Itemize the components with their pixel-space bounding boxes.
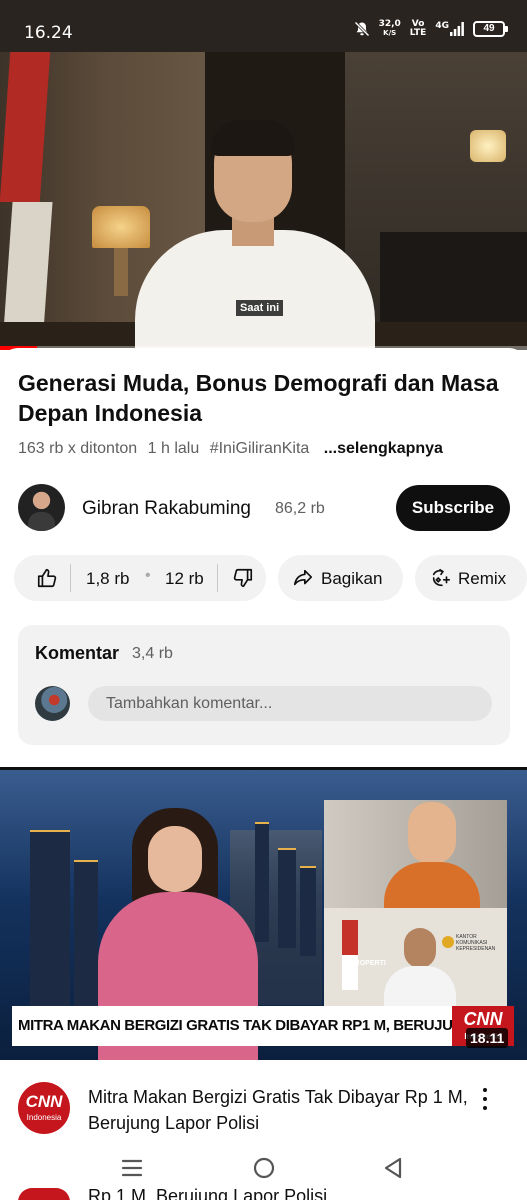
- channel-avatar[interactable]: [18, 484, 65, 531]
- comment-input[interactable]: Tambahkan komentar...: [88, 686, 492, 721]
- share-arrow-icon: [293, 569, 313, 586]
- like-count[interactable]: 1,8 rb: [86, 569, 129, 589]
- status-icons: 32,0 K/S Vo LTE 4G 49: [354, 19, 508, 38]
- video-player[interactable]: Saat ini: [0, 52, 527, 350]
- next-video-thumbnail[interactable]: KANTOR KOMUNIKASI KEPRESIDENAN PROPERTI …: [0, 770, 527, 1060]
- hashtag-link[interactable]: #IniGiliranKita: [210, 440, 310, 457]
- subscriber-count: 86,2 rb: [275, 500, 325, 517]
- office-name: KANTOR KOMUNIKASI KEPRESIDENAN: [456, 934, 496, 952]
- upload-age: 1 h lalu: [147, 440, 200, 457]
- comments-count: 3,4 rb: [132, 645, 173, 662]
- lamp: [92, 206, 150, 248]
- channel-row: Gibran Rakabuming 86,2 rb Subscribe: [18, 484, 510, 532]
- bell-off-icon: [354, 21, 370, 37]
- view-count: 163 rb x ditonton: [18, 440, 138, 457]
- dislike-count[interactable]: 12 rb: [165, 569, 204, 589]
- guest-inset-1: [324, 800, 507, 912]
- cnn-channel-avatar[interactable]: CNN Indonesia: [18, 1082, 70, 1134]
- peek-video-row: Rp 1 M, Berujung Lapor Polisi: [18, 1188, 518, 1200]
- show-more-link[interactable]: ...selengkapnya: [324, 440, 443, 457]
- status-bar: 16.24 32,0 K/S Vo LTE 4G 49: [0, 0, 527, 52]
- user-avatar: [35, 686, 70, 721]
- remix-icon: [432, 568, 451, 587]
- comments-heading: Komentar: [35, 643, 120, 663]
- thumbs-down-icon[interactable]: [232, 567, 254, 589]
- video-title: Generasi Muda, Bonus Demografi dan Masa …: [18, 370, 499, 426]
- video-subtitle: Saat ini: [236, 300, 284, 316]
- action-bar: 1,8 rb • 12 rb Bagikan Remix: [14, 555, 527, 601]
- lower-third-headline: MITRA MAKAN BERGIZI GRATIS TAK DIBAYAR R…: [12, 1006, 455, 1046]
- speaker-body: [135, 230, 375, 350]
- peek-title: Rp 1 M, Berujung Lapor Polisi: [88, 1188, 328, 1200]
- status-time: 16.24: [24, 23, 73, 43]
- system-nav-bar: Rp 1 M, Berujung Lapor Polisi: [0, 1144, 527, 1200]
- guest-inset-2: KANTOR KOMUNIKASI KEPRESIDENAN PROPERTI: [324, 908, 507, 1008]
- video-meta[interactable]: 163 rb x ditonton 1 h lalu #IniGiliranKi…: [18, 440, 449, 458]
- next-video-title[interactable]: Mitra Makan Bergizi Gratis Tak Dibayar R…: [88, 1084, 468, 1136]
- subscribe-button[interactable]: Subscribe: [396, 485, 510, 531]
- flag-white: [3, 202, 53, 332]
- signal-icon: [450, 22, 464, 36]
- net-speed: 32,0 K/S: [378, 19, 401, 38]
- thumbs-up-icon[interactable]: [36, 567, 58, 589]
- share-label: Bagikan: [321, 569, 383, 588]
- like-dislike-pill: 1,8 rb • 12 rb: [14, 555, 266, 601]
- home-icon[interactable]: [252, 1156, 276, 1180]
- remix-button[interactable]: Remix: [415, 555, 527, 601]
- wall-lamp: [470, 130, 506, 162]
- remix-label: Remix: [458, 569, 507, 588]
- flag-red: [0, 52, 51, 202]
- inset-caption: PROPERTI: [350, 960, 386, 967]
- share-button[interactable]: Bagikan: [278, 555, 403, 601]
- channel-name[interactable]: Gibran Rakabuming: [82, 498, 251, 520]
- network-type: 4G: [435, 22, 464, 36]
- video-duration: 18.11: [466, 1028, 509, 1048]
- back-icon[interactable]: [382, 1156, 406, 1180]
- office-logo: [442, 936, 454, 948]
- volte-indicator: Vo LTE: [409, 19, 427, 38]
- comments-panel[interactable]: Komentar 3,4 rb Tambahkan komentar...: [18, 625, 510, 745]
- recents-icon[interactable]: [120, 1156, 144, 1180]
- peek-avatar: [18, 1188, 70, 1200]
- battery-indicator: 49: [473, 21, 508, 37]
- kebab-icon[interactable]: [478, 1088, 492, 1114]
